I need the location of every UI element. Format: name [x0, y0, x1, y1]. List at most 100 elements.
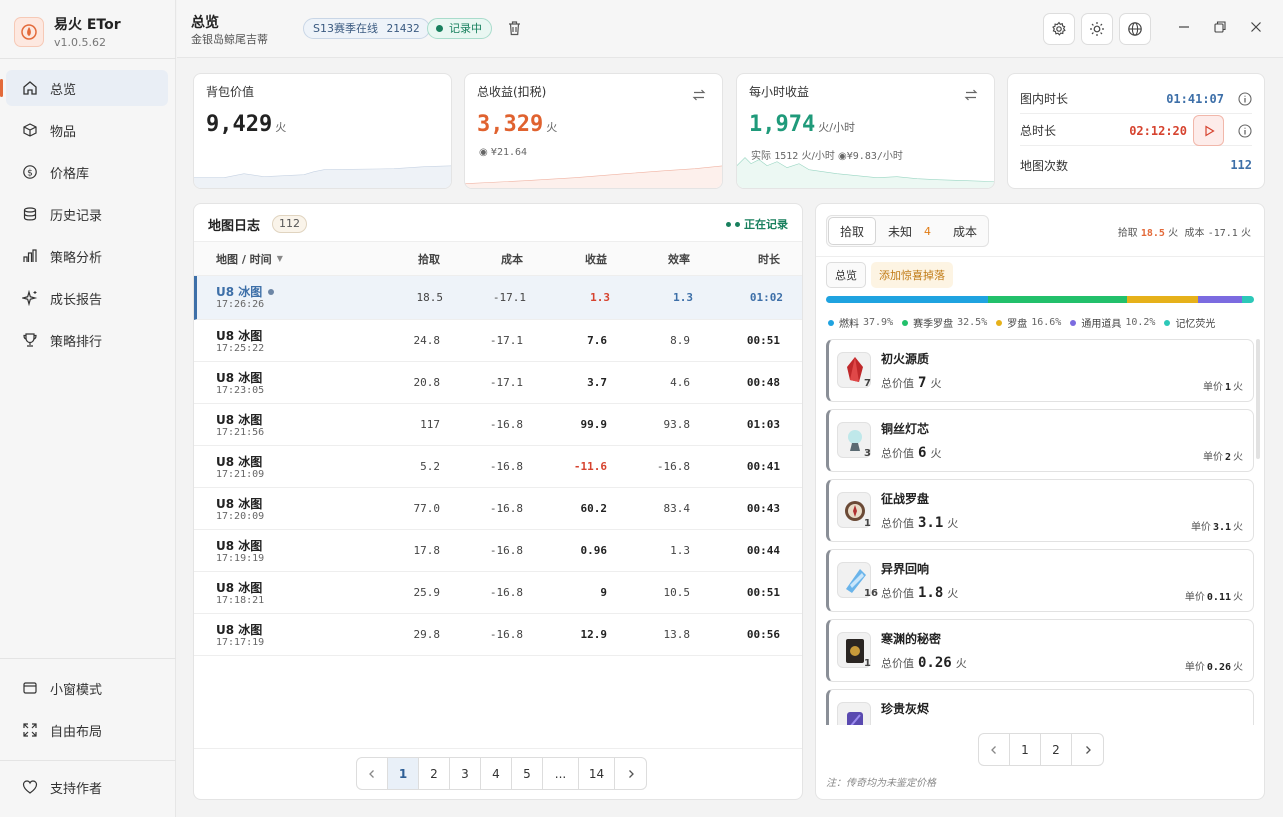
- column-header-duration[interactable]: 时长: [758, 242, 780, 275]
- column-header-efficiency[interactable]: 效率: [668, 242, 690, 275]
- page-button[interactable]: 2: [1041, 734, 1072, 765]
- legend-dot-icon: [996, 319, 1003, 326]
- loot-item[interactable]: 3 铜丝灯芯 总价值 6 火单价 2 火: [826, 409, 1254, 472]
- timer-card: 图内时长 01:41:07 总时长 02:12:20 地图次数 112: [1007, 73, 1265, 189]
- table-row[interactable]: U8 冰图 17:19:19 17.8 -16.8 0.96 1.3 00:44: [194, 530, 802, 572]
- maximize-icon[interactable]: [1213, 20, 1227, 38]
- next-page-button[interactable]: [615, 758, 646, 789]
- loot-item[interactable]: 珍贵灰烬: [826, 689, 1254, 725]
- scrollbar[interactable]: [1256, 339, 1260, 459]
- divider: [194, 748, 802, 749]
- next-page-button[interactable]: [1072, 734, 1103, 765]
- row-pick: 117: [420, 418, 440, 431]
- sort-down-icon: ▼: [276, 254, 283, 263]
- tab-pick[interactable]: 拾取: [828, 217, 877, 245]
- sidebar-item-label: 自由布局: [50, 724, 103, 740]
- loot-item-total: 总价值 7 火: [881, 375, 941, 391]
- play-button[interactable]: [1193, 115, 1224, 146]
- legend-item[interactable]: 燃料 37.9%: [828, 315, 893, 330]
- bag-value-unit: 火: [275, 121, 287, 134]
- sidebar-item-free-layout[interactable]: 自由布局: [6, 712, 168, 748]
- map-log-panel: 地图日志 112 正在记录 地图 / 时间 ▼ 拾取 成本 收益 效率 时长 U8…: [193, 203, 803, 800]
- legend-item[interactable]: 赛季罗盘 32.5%: [902, 315, 987, 330]
- table-row[interactable]: U8 冰图 17:25:22 24.8 -17.1 7.6 8.9 00:51: [194, 320, 802, 362]
- page-button[interactable]: 5: [512, 758, 543, 789]
- page-button[interactable]: 1: [388, 758, 419, 789]
- prev-page-button[interactable]: [979, 734, 1010, 765]
- sidebar-item-price-db[interactable]: $ 价格库: [6, 154, 168, 190]
- sidebar-nav: 总览 物品 $ 价格库 历史记录 策略分析 成长报告 策略排行: [0, 70, 168, 364]
- table-row[interactable]: U8 冰图 17:21:09 5.2 -16.8 -11.6 -16.8 00:41: [194, 446, 802, 488]
- sidebar: 易火 ETor v1.0.5.62 总览 物品 $ 价格库 历史记录 策略分析 …: [0, 0, 176, 817]
- loot-panel: 拾取 未知 4 成本 拾取 18.5 火 成本 -17.1 火 总览 添加惊喜掉落…: [815, 203, 1265, 800]
- sidebar-item-growth[interactable]: 成长报告: [6, 280, 168, 316]
- tab-count: 4: [924, 224, 932, 238]
- column-header-profit[interactable]: 收益: [585, 242, 607, 275]
- page-button[interactable]: ...: [543, 758, 579, 789]
- legend-item[interactable]: 记忆荧光: [1164, 315, 1215, 330]
- language-button[interactable]: [1119, 13, 1151, 45]
- table-row[interactable]: U8 冰图 17:18:21 25.9 -16.8 9 10.5 00:51: [194, 572, 802, 614]
- trash-icon[interactable]: [507, 20, 522, 40]
- page-button[interactable]: 3: [450, 758, 481, 789]
- row-profit: 3.7: [587, 376, 607, 389]
- tab-unknown[interactable]: 未知 4: [877, 216, 942, 246]
- page-button[interactable]: 1: [1010, 734, 1041, 765]
- sidebar-item-ranking[interactable]: 策略排行: [6, 322, 168, 358]
- table-row[interactable]: U8 冰图 17:17:19 29.8 -16.8 12.9 13.8 00:56: [194, 614, 802, 656]
- prev-page-button[interactable]: [357, 758, 388, 789]
- summary-pick-label: 拾取: [1117, 228, 1138, 239]
- swap-icon[interactable]: [692, 88, 706, 106]
- sidebar-item-support[interactable]: 支持作者: [6, 769, 168, 805]
- sidebar-item-history[interactable]: 历史记录: [6, 196, 168, 232]
- map-count-row: 地图次数 112: [1020, 150, 1252, 180]
- info-icon[interactable]: [1238, 91, 1252, 106]
- settings-button[interactable]: [1043, 13, 1075, 45]
- globe-icon: [1128, 22, 1142, 36]
- page-button[interactable]: 14: [579, 758, 615, 789]
- loot-item[interactable]: 1 征战罗盘 总价值 3.1 火单价 3.1 火: [826, 479, 1254, 542]
- swap-icon[interactable]: [964, 88, 978, 106]
- column-header-cost[interactable]: 成本: [501, 242, 523, 275]
- sidebar-item-mini-window[interactable]: 小窗模式: [6, 670, 168, 706]
- loot-item[interactable]: 7 初火源质 总价值 7 火单价 1 火: [826, 339, 1254, 402]
- loot-pagination: 12: [978, 733, 1104, 766]
- sidebar-item-items[interactable]: 物品: [6, 112, 168, 148]
- legend-item[interactable]: 罗盘 16.6%: [996, 315, 1061, 330]
- loot-item[interactable]: 1 寒渊的秘密 总价值 0.26 火单价 0.26 火: [826, 619, 1254, 682]
- page-button[interactable]: 4: [481, 758, 512, 789]
- minimize-icon[interactable]: [1177, 20, 1191, 38]
- info-icon[interactable]: [1238, 123, 1252, 138]
- close-icon[interactable]: [1249, 20, 1263, 38]
- row-dur: 00:51: [746, 334, 780, 347]
- currency-label: 火: [1233, 662, 1243, 673]
- tab-cost[interactable]: 成本: [942, 216, 988, 246]
- table-row[interactable]: U8 冰图 17:26:26 18.5 -17.1 1.3 1.3 01:02: [194, 276, 802, 320]
- season-count: 21432: [386, 22, 420, 35]
- loot-item[interactable]: 16 异界回响 总价值 1.8 火单价 0.11 火: [826, 549, 1254, 612]
- summary-cost-label: 成本: [1184, 228, 1205, 239]
- loot-item-name: 寒渊的秘密: [881, 632, 942, 646]
- column-header-pick[interactable]: 拾取: [418, 242, 440, 275]
- chip-overview[interactable]: 总览: [826, 262, 866, 288]
- sidebar-item-strategy[interactable]: 策略分析: [6, 238, 168, 274]
- recording-badge[interactable]: 记录中: [427, 18, 492, 39]
- row-cost: -16.8: [489, 544, 523, 557]
- loot-item-quantity: 7: [864, 378, 871, 389]
- theme-button[interactable]: [1081, 13, 1113, 45]
- table-row[interactable]: U8 冰图 17:21:56 117 -16.8 99.9 93.8 01:03: [194, 404, 802, 446]
- unit-label: 单价: [1202, 452, 1223, 463]
- legend-item[interactable]: 通用道具 10.2%: [1070, 315, 1155, 330]
- row-eff: 10.5: [663, 586, 691, 599]
- tab-label: 成本: [953, 224, 978, 239]
- column-header-map[interactable]: 地图 / 时间 ▼: [216, 242, 283, 275]
- table-row[interactable]: U8 冰图 17:23:05 20.8 -17.1 3.7 4.6 00:48: [194, 362, 802, 404]
- row-dur: 00:43: [746, 502, 780, 515]
- hourly-profit-unit: 火/小时: [818, 121, 855, 134]
- row-dur: 00:44: [746, 544, 780, 557]
- sidebar-item-overview[interactable]: 总览: [0, 70, 168, 106]
- page-button[interactable]: 2: [419, 758, 450, 789]
- row-map-name: U8 冰图: [216, 455, 263, 469]
- chip-add-surprise-drop[interactable]: 添加惊喜掉落: [871, 262, 953, 288]
- table-row[interactable]: U8 冰图 17:20:09 77.0 -16.8 60.2 83.4 00:43: [194, 488, 802, 530]
